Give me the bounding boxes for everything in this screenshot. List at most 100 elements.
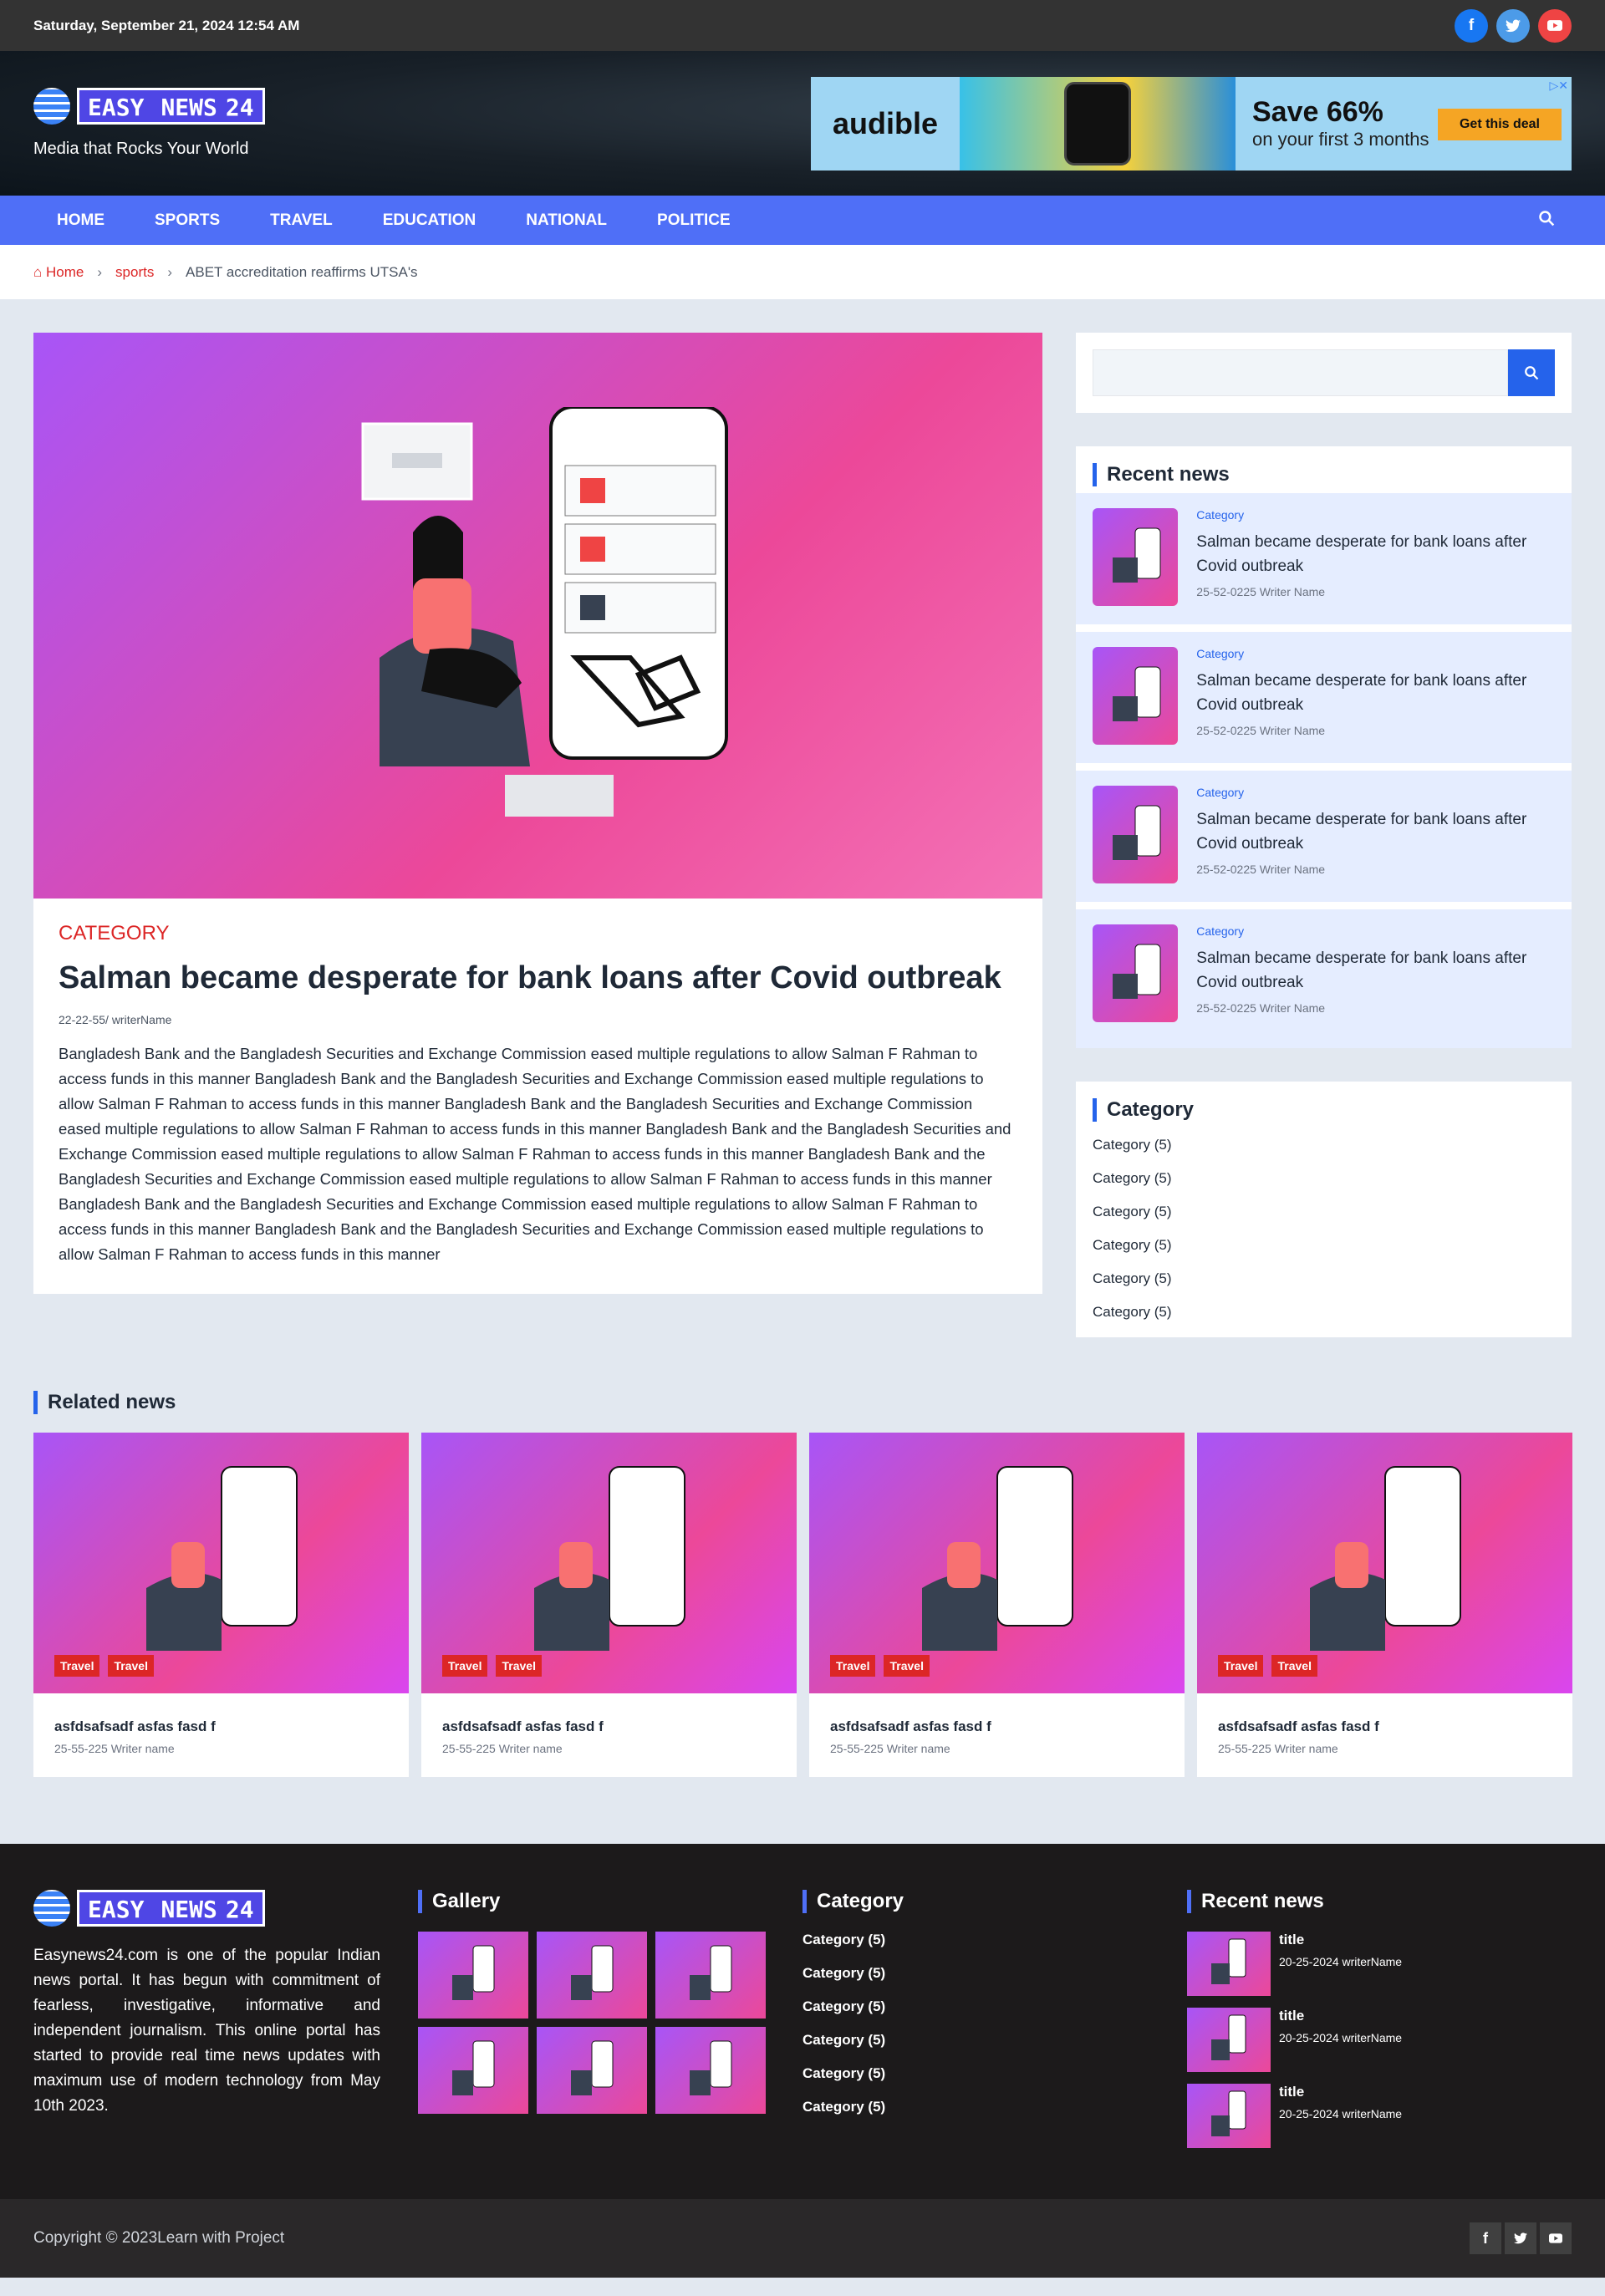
nav-item-travel[interactable]: TRAVEL <box>270 211 333 230</box>
category-link[interactable]: Category (5) <box>1093 1270 1555 1287</box>
twitter-icon[interactable] <box>1505 2222 1536 2254</box>
footer-category-link[interactable]: Category (5) <box>802 2099 1187 2115</box>
recent-news-item[interactable]: Category Salman became desperate for ban… <box>1076 632 1572 771</box>
gallery-image[interactable] <box>655 1932 766 2019</box>
related-news-headline[interactable]: asfdsafsadf asfas fasd f <box>442 1718 776 1735</box>
related-news-meta: 25-55-225 Writer name <box>1218 1742 1338 1755</box>
tag-badge[interactable]: Travel <box>884 1655 930 1677</box>
related-news-card[interactable]: Travel Travel asfdsafsadf asfas fasd f 2… <box>421 1433 797 1777</box>
gallery-image[interactable] <box>655 2027 766 2114</box>
advertisement-banner[interactable]: audible Save 66% on your first 3 months … <box>811 76 1572 171</box>
footer-news-item[interactable]: title 20-25-2024 writerName <box>1187 2008 1572 2072</box>
social-links: f <box>1455 8 1572 43</box>
gallery-image[interactable] <box>418 2027 528 2114</box>
site-logo[interactable]: EASY NEWS 24 <box>33 88 265 125</box>
news-thumbnail[interactable] <box>1187 2084 1271 2148</box>
tag-badge[interactable]: Travel <box>830 1655 876 1677</box>
article-category[interactable]: CATEGORY <box>59 922 1017 945</box>
related-news-headline[interactable]: asfdsafsadf asfas fasd f <box>830 1718 1164 1735</box>
footer-news-item[interactable]: title 20-25-2024 writerName <box>1187 1932 1572 1996</box>
related-news-card[interactable]: Travel Travel asfdsafsadf asfas fasd f 2… <box>33 1433 409 1777</box>
news-thumbnail[interactable] <box>1187 1932 1271 1996</box>
news-title[interactable]: Salman became desperate for bank loans a… <box>1196 530 1555 578</box>
facebook-icon[interactable]: f <box>1470 2222 1501 2254</box>
footer-news-item[interactable]: title 20-25-2024 writerName <box>1187 2084 1572 2148</box>
related-news-image[interactable]: Travel Travel <box>809 1433 1185 1693</box>
nav-item-sports[interactable]: SPORTS <box>155 211 220 230</box>
news-category[interactable]: Category <box>1196 786 1555 799</box>
category-link[interactable]: Category (5) <box>1093 1137 1555 1153</box>
footer-categories: Category Category (5) Category (5) Categ… <box>802 1890 1187 2160</box>
footer-news-title[interactable]: title <box>1279 1932 1402 1948</box>
gallery-image[interactable] <box>537 2027 647 2114</box>
nav-item-politice[interactable]: POLITICE <box>657 211 731 230</box>
footer-news-title[interactable]: title <box>1279 2084 1402 2100</box>
news-category[interactable]: Category <box>1196 508 1555 522</box>
related-news-card[interactable]: Travel Travel asfdsafsadf asfas fasd f 2… <box>1197 1433 1572 1777</box>
news-meta: 25-52-0225 Writer Name <box>1196 863 1326 876</box>
news-thumbnail[interactable] <box>1187 2008 1271 2072</box>
footer-category-link[interactable]: Category (5) <box>802 2065 1187 2082</box>
related-news-image[interactable]: Travel Travel <box>1197 1433 1572 1693</box>
breadcrumb-section[interactable]: sports <box>115 264 154 281</box>
news-thumbnail[interactable] <box>1093 508 1179 606</box>
footer-category-link[interactable]: Category (5) <box>802 2032 1187 2049</box>
breadcrumb-home[interactable]: ⌂ Home <box>33 264 84 281</box>
footer-about-text: Easynews24.com is one of the popular Ind… <box>33 1947 380 2115</box>
gallery-image[interactable] <box>537 1932 647 2019</box>
news-category[interactable]: Category <box>1196 924 1555 938</box>
home-icon: ⌂ <box>33 263 43 280</box>
news-title[interactable]: Salman became desperate for bank loans a… <box>1196 946 1555 995</box>
footer-category-link[interactable]: Category (5) <box>802 1932 1187 1948</box>
related-news-headline[interactable]: asfdsafsadf asfas fasd f <box>54 1718 388 1735</box>
search-button[interactable] <box>1508 349 1555 396</box>
recent-news-item[interactable]: Category Salman became desperate for ban… <box>1076 493 1572 632</box>
footer-news-title[interactable]: title <box>1279 2008 1402 2024</box>
footer-category-link[interactable]: Category (5) <box>802 1965 1187 1982</box>
chevron-right-icon: › <box>97 263 103 280</box>
news-thumbnail[interactable] <box>1093 924 1179 1022</box>
category-link[interactable]: Category (5) <box>1093 1304 1555 1321</box>
category-link[interactable]: Category (5) <box>1093 1170 1555 1187</box>
tag-badge[interactable]: Travel <box>442 1655 488 1677</box>
nav-item-education[interactable]: EDUCATION <box>383 211 476 230</box>
adchoices-icon[interactable]: ▷✕ <box>1550 79 1569 93</box>
footer-logo[interactable]: EASY NEWS 24 <box>33 1890 418 1927</box>
news-title[interactable]: Salman became desperate for bank loans a… <box>1196 669 1555 717</box>
footer-news-meta: 20-25-2024 writerName <box>1279 2107 1403 2120</box>
search-icon[interactable] <box>1538 210 1555 232</box>
search-input[interactable] <box>1093 349 1508 396</box>
tag-badge[interactable]: Travel <box>54 1655 100 1677</box>
tag-badge[interactable]: Travel <box>496 1655 542 1677</box>
tag-badge[interactable]: Travel <box>1271 1655 1317 1677</box>
related-news-image[interactable]: Travel Travel <box>33 1433 409 1693</box>
gallery-title: Gallery <box>418 1890 802 1913</box>
news-thumbnail[interactable] <box>1093 647 1179 745</box>
related-news-headline[interactable]: asfdsafsadf asfas fasd f <box>1218 1718 1552 1735</box>
news-thumbnail[interactable] <box>1093 786 1179 883</box>
nav-item-national[interactable]: NATIONAL <box>526 211 607 230</box>
category-link[interactable]: Category (5) <box>1093 1237 1555 1254</box>
tag-badge[interactable]: Travel <box>108 1655 154 1677</box>
nav-item-home[interactable]: HOME <box>57 211 104 230</box>
youtube-icon[interactable] <box>1540 2222 1572 2254</box>
recent-news-box: Recent news Category Salman became despe… <box>1076 446 1572 1048</box>
tag-badge[interactable]: Travel <box>1218 1655 1264 1677</box>
youtube-icon[interactable] <box>1538 8 1572 43</box>
related-news-meta: 25-55-225 Writer name <box>442 1742 563 1755</box>
twitter-icon[interactable] <box>1496 8 1530 43</box>
related-news-title: Related news <box>33 1391 1572 1414</box>
recent-news-item[interactable]: Category Salman became desperate for ban… <box>1076 771 1572 909</box>
related-news-card[interactable]: Travel Travel asfdsafsadf asfas fasd f 2… <box>809 1433 1185 1777</box>
ad-cta-button[interactable]: Get this deal <box>1437 108 1562 140</box>
related-news-image[interactable]: Travel Travel <box>421 1433 797 1693</box>
recent-news-item[interactable]: Category Salman became desperate for ban… <box>1076 909 1572 1048</box>
category-link[interactable]: Category (5) <box>1093 1204 1555 1220</box>
ad-subtext: on your first 3 months <box>1252 129 1429 150</box>
gallery-image[interactable] <box>418 1932 528 2019</box>
news-title[interactable]: Salman became desperate for bank loans a… <box>1196 807 1555 856</box>
news-category[interactable]: Category <box>1196 647 1555 660</box>
footer-category-link[interactable]: Category (5) <box>802 1998 1187 2015</box>
facebook-icon[interactable]: f <box>1455 8 1488 43</box>
footer-news-meta: 20-25-2024 writerName <box>1279 1955 1403 1968</box>
